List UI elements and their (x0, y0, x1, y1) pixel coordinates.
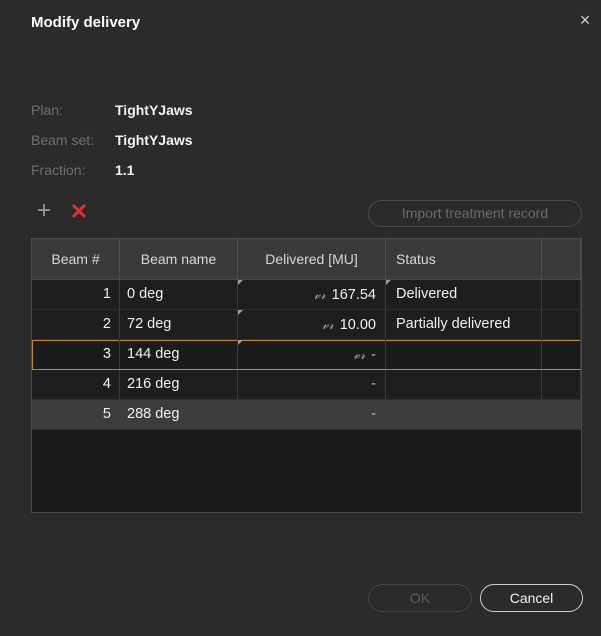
delivered-mu-cell[interactable]: 𝓋𝓇 - (238, 340, 386, 369)
edit-marker-icon (238, 280, 243, 285)
delivered-mu-value: 167.54 (331, 287, 376, 303)
delivered-mu-value: - (371, 406, 376, 422)
beam-number-cell: 3 (32, 340, 120, 369)
status-cell[interactable]: Partially delivered (386, 310, 542, 339)
edit-marker-icon (238, 310, 243, 315)
status-cell[interactable] (386, 400, 542, 429)
plan-value: TightYJaws (115, 102, 193, 118)
fraction-row: Fraction: 1.1 (31, 162, 134, 178)
delivered-mu-value: 10.00 (339, 317, 376, 333)
beam-number-cell: 2 (32, 310, 120, 339)
status-cell[interactable] (386, 370, 542, 399)
plan-label: Plan: (31, 102, 63, 118)
table-row[interactable]: 2 72 deg 𝓋𝓇 10.00 Partially delivered (32, 310, 581, 340)
delivered-mu-cell[interactable]: 𝓋𝓇 10.00 (238, 310, 386, 339)
edit-marker-icon (386, 280, 391, 285)
table-row[interactable]: 4 216 deg - (32, 370, 581, 400)
filler-cell (542, 280, 581, 309)
table-row[interactable]: 5 288 deg - (32, 400, 581, 430)
signature-icon: 𝓋𝓇 (321, 317, 334, 332)
beam-set-value: TightYJaws (115, 132, 193, 148)
column-header-filler (542, 239, 581, 279)
beam-number-cell: 4 (32, 370, 120, 399)
beam-number-cell: 5 (32, 400, 120, 429)
beam-name-cell: 0 deg (120, 280, 238, 309)
beam-number-cell: 1 (32, 280, 120, 309)
beam-name-cell: 72 deg (120, 310, 238, 339)
filler-cell (542, 370, 581, 399)
add-icon[interactable]: + (33, 199, 55, 223)
beam-set-row: Beam set: TightYJaws (31, 132, 193, 148)
cancel-button[interactable]: Cancel (480, 584, 583, 612)
beam-name-cell: 288 deg (120, 400, 238, 429)
import-treatment-record-button[interactable]: Import treatment record (368, 200, 582, 227)
delivered-mu-cell[interactable]: - (238, 370, 386, 399)
edit-marker-icon (238, 340, 243, 345)
beam-delivery-table: Beam # Beam name Delivered [MU] Status 1… (31, 238, 582, 513)
status-value: Partially delivered (396, 316, 511, 332)
column-header-beam-number[interactable]: Beam # (32, 239, 120, 279)
column-header-status[interactable]: Status (386, 239, 542, 279)
beam-set-label: Beam set: (31, 132, 95, 148)
status-cell[interactable] (386, 340, 542, 369)
filler-cell (542, 340, 581, 369)
close-icon[interactable]: × (575, 10, 595, 30)
beam-name-cell: 144 deg (120, 340, 238, 369)
signature-icon: 𝓋𝓇 (353, 347, 366, 362)
ok-button[interactable]: OK (368, 584, 472, 612)
modify-delivery-dialog: Modify delivery × Plan: TightYJaws Beam s… (0, 0, 601, 636)
status-value: Delivered (396, 286, 458, 302)
column-header-beam-name[interactable]: Beam name (120, 239, 238, 279)
filler-cell (542, 310, 581, 339)
delete-icon[interactable]: ✕ (68, 201, 90, 223)
filler-cell (542, 400, 581, 429)
fraction-label: Fraction: (31, 162, 86, 178)
table-header: Beam # Beam name Delivered [MU] Status (32, 239, 581, 280)
beam-name-cell: 216 deg (120, 370, 238, 399)
table-row-selected[interactable]: 3 144 deg 𝓋𝓇 - (32, 340, 581, 370)
delivered-mu-cell[interactable]: - (238, 400, 386, 429)
dialog-title: Modify delivery (31, 14, 141, 31)
signature-icon: 𝓋𝓇 (313, 287, 326, 302)
column-header-delivered-mu[interactable]: Delivered [MU] (238, 239, 386, 279)
status-cell[interactable]: Delivered (386, 280, 542, 309)
delivered-mu-value: - (371, 376, 376, 392)
plan-row: Plan: TightYJaws (31, 102, 193, 118)
table-row[interactable]: 1 0 deg 𝓋𝓇 167.54 Delivered (32, 280, 581, 310)
delivered-mu-cell[interactable]: 𝓋𝓇 167.54 (238, 280, 386, 309)
fraction-value: 1.1 (115, 162, 135, 178)
delivered-mu-value: - (371, 347, 376, 363)
